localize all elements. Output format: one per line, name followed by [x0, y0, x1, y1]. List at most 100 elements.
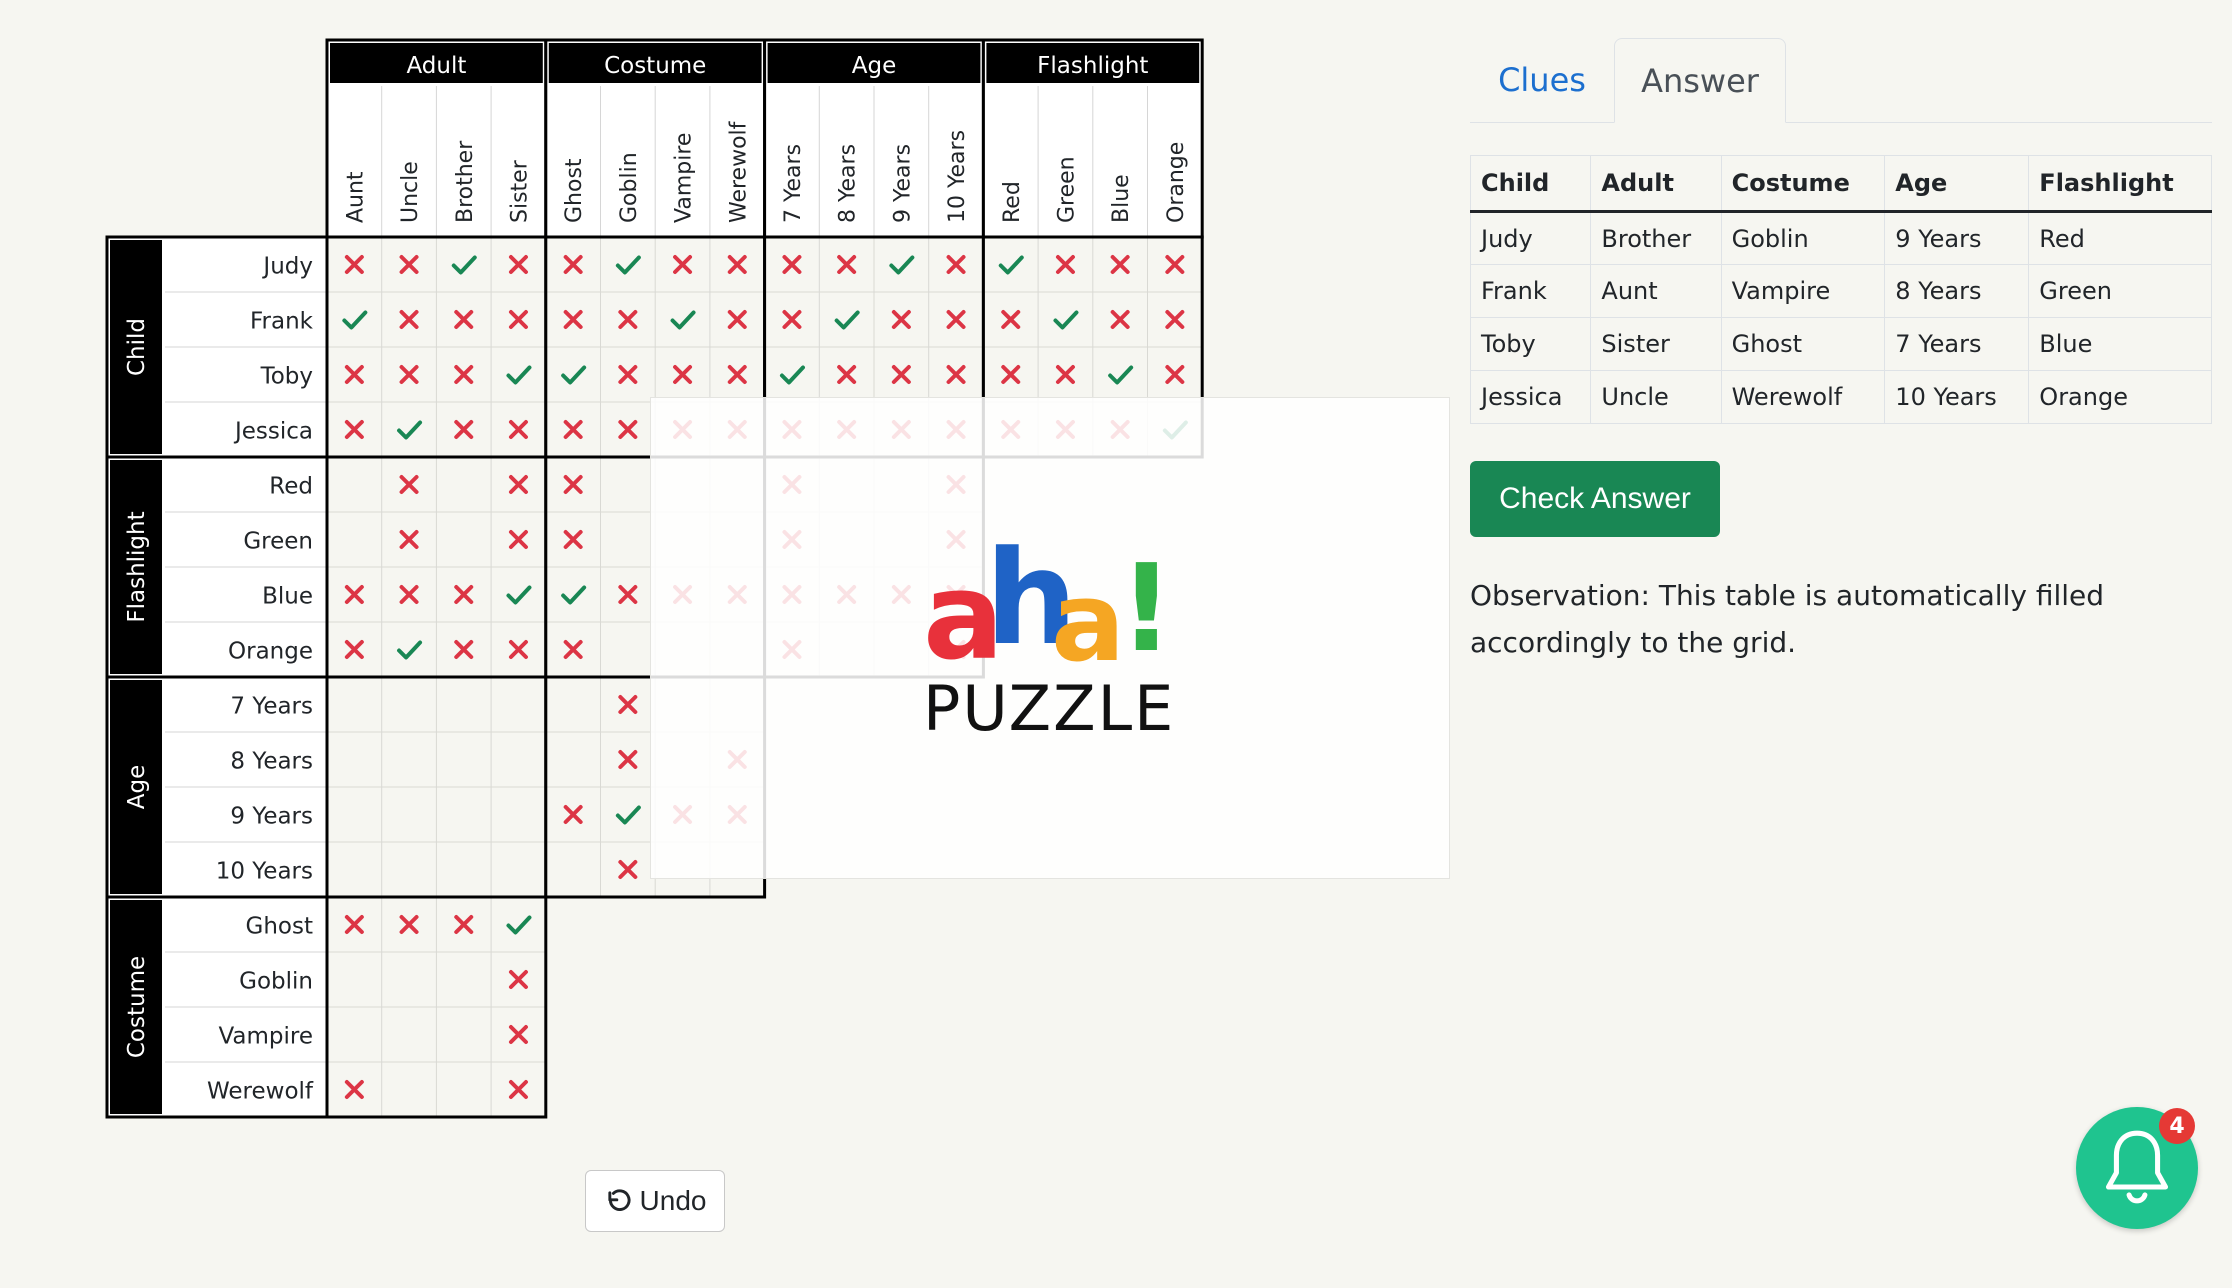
grid-cell[interactable] [382, 402, 437, 457]
grid-cell[interactable] [491, 347, 546, 402]
table-row: Toby Sister Ghost 7 Years Blue [1469, 317, 2212, 371]
answer-cell: Ghost [1720, 317, 1886, 371]
grid-cell[interactable] [436, 677, 491, 732]
header-group-label: Adult [406, 53, 466, 79]
column-label: Aunt [343, 171, 368, 223]
grid-cell[interactable] [382, 677, 437, 732]
grid-cell[interactable] [491, 897, 546, 952]
answer-cell: Vampire [1720, 264, 1886, 318]
header-group-label: Age [852, 53, 896, 79]
grid-cell[interactable] [601, 237, 656, 292]
grid-cell[interactable] [655, 292, 710, 347]
grid-cell[interactable] [327, 677, 382, 732]
grid-cell[interactable] [765, 347, 820, 402]
grid-cell[interactable] [601, 512, 656, 567]
answer-header: Adult [1590, 155, 1722, 213]
grid-cell[interactable] [436, 512, 491, 567]
grid-cell[interactable] [382, 1062, 437, 1117]
grid-cell[interactable] [601, 457, 656, 512]
grid-cell[interactable] [546, 732, 601, 787]
grid-cell[interactable] [436, 457, 491, 512]
grid-cell[interactable] [436, 732, 491, 787]
grid-cell[interactable] [436, 237, 491, 292]
answer-cell: Blue [2028, 317, 2212, 371]
answer-cell: 8 Years [1884, 264, 2030, 318]
grid-cell[interactable] [327, 1007, 382, 1062]
grid-cell[interactable] [874, 237, 929, 292]
tab-answer[interactable]: Answer [1614, 38, 1786, 123]
grid-cell[interactable] [382, 787, 437, 842]
grid-cell[interactable] [491, 567, 546, 622]
grid-cell[interactable] [601, 787, 656, 842]
answer-cell: Red [2028, 211, 2212, 265]
grid-cell[interactable] [491, 677, 546, 732]
row-label: Jessica [233, 419, 313, 445]
grid-cell[interactable] [327, 842, 382, 897]
grid-cell[interactable] [546, 347, 601, 402]
row-group-label: Flashlight [124, 511, 150, 622]
grid-cell[interactable] [327, 787, 382, 842]
grid-cell[interactable] [382, 732, 437, 787]
answer-cell: Frank [1469, 264, 1592, 318]
column-label: 9 Years [890, 144, 915, 223]
row-label: Vampire [218, 1024, 313, 1050]
grid-cell[interactable] [491, 842, 546, 897]
answer-cell: Goblin [1720, 211, 1886, 265]
grid-cell[interactable] [382, 1007, 437, 1062]
answer-cell: Judy [1469, 211, 1592, 265]
grid-cell[interactable] [436, 787, 491, 842]
grid-cell[interactable] [491, 787, 546, 842]
column-label: Vampire [672, 133, 697, 223]
undo-button[interactable]: Undo [585, 1170, 725, 1232]
grid-cell[interactable] [327, 457, 382, 512]
column-label: 10 Years [945, 130, 970, 223]
row-group-label: Age [124, 765, 150, 809]
grid-cell[interactable] [327, 292, 382, 347]
grid-cell[interactable] [327, 512, 382, 567]
grid-cell[interactable] [1038, 292, 1093, 347]
column-label: Red [1000, 181, 1025, 223]
grid-cell[interactable] [436, 952, 491, 1007]
undo-icon [607, 1189, 631, 1211]
answer-header: Age [1884, 155, 2030, 213]
column-label: Uncle [398, 161, 423, 223]
tab-clues[interactable]: Clues [1470, 38, 1614, 122]
row-label: Judy [261, 254, 313, 280]
notification-badge: 4 [2159, 1108, 2195, 1144]
grid-cell[interactable] [436, 1007, 491, 1062]
row-label: Green [243, 529, 313, 555]
grid-cell[interactable] [546, 842, 601, 897]
answer-cell: Jessica [1469, 370, 1592, 424]
answer-header-row: Child Adult Costume Age Flashlight [1469, 155, 2212, 213]
row-label: Toby [260, 364, 313, 390]
grid-cell[interactable] [601, 622, 656, 677]
logo-letter-bang: ! [1119, 540, 1173, 679]
column-label: 7 Years [781, 144, 806, 223]
column-label: Orange [1164, 142, 1189, 223]
grid-cell[interactable] [983, 237, 1038, 292]
grid-cell[interactable] [382, 842, 437, 897]
check-answer-button[interactable]: Check Answer [1470, 461, 1720, 537]
header-group-label: Flashlight [1037, 53, 1148, 79]
answer-cell: Uncle [1590, 370, 1722, 424]
grid-cell[interactable] [436, 842, 491, 897]
answer-cell: 7 Years [1884, 317, 2030, 371]
grid-cell[interactable] [546, 567, 601, 622]
answer-cell: Sister [1590, 317, 1722, 371]
grid-cell[interactable] [327, 952, 382, 1007]
column-label: Werewolf [726, 120, 751, 223]
grid-cell[interactable] [491, 732, 546, 787]
answer-cell: Green [2028, 264, 2212, 318]
grid-cell[interactable] [819, 292, 874, 347]
logo-letter-a2: a [1051, 558, 1125, 686]
grid-cell[interactable] [546, 677, 601, 732]
answer-cell: Aunt [1590, 264, 1722, 318]
grid-cell[interactable] [382, 622, 437, 677]
answer-cell: 10 Years [1884, 370, 2030, 424]
grid-cell[interactable] [1093, 347, 1148, 402]
grid-cell[interactable] [327, 732, 382, 787]
grid-cell[interactable] [382, 952, 437, 1007]
grid-cell[interactable] [436, 1062, 491, 1117]
row-label: 10 Years [216, 859, 313, 885]
column-label: Goblin [617, 152, 642, 223]
